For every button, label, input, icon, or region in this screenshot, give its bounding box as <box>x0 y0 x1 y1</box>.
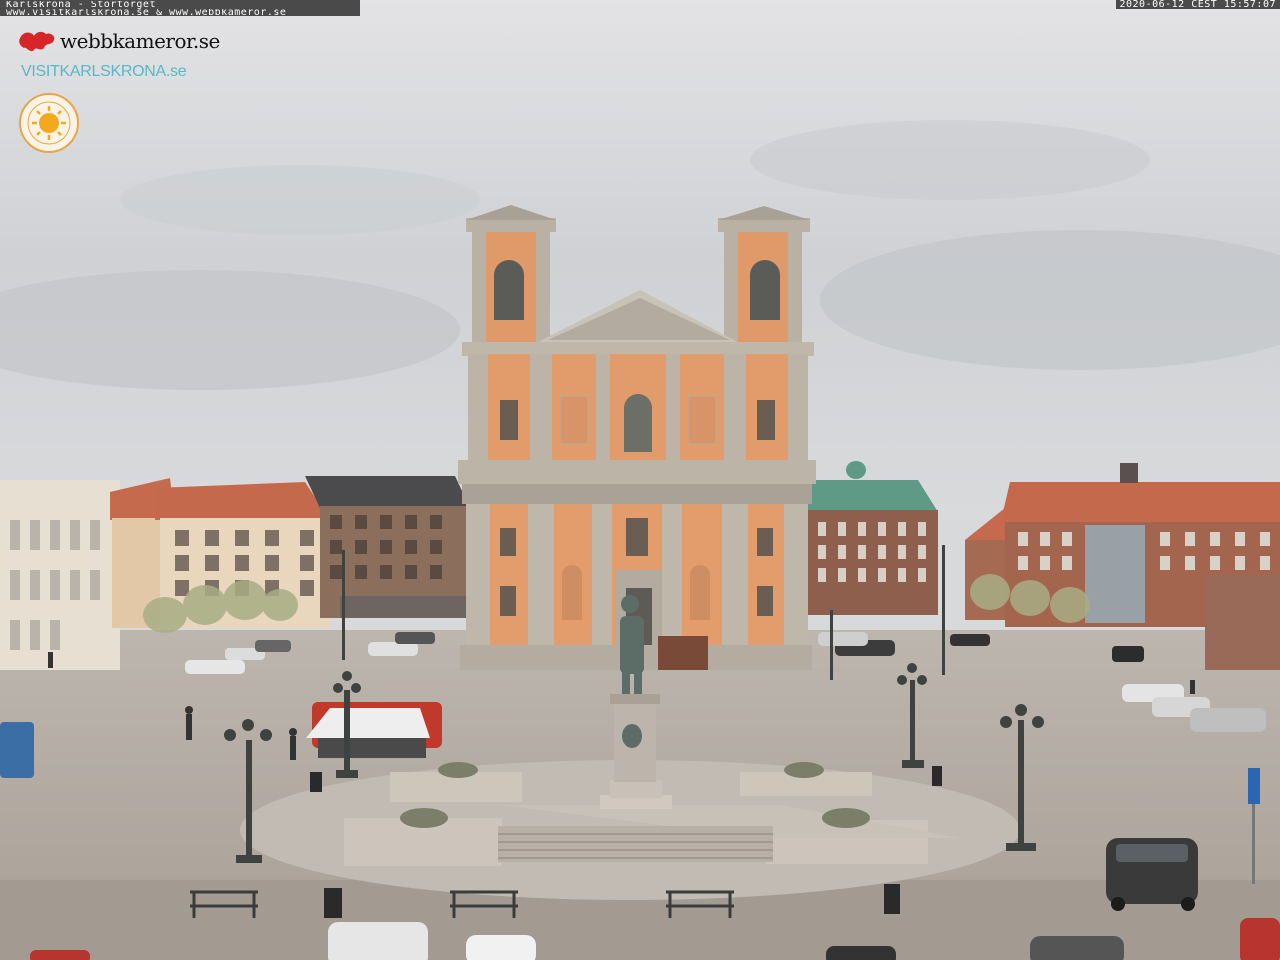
blue-van <box>0 722 34 778</box>
parking-sign <box>1248 768 1260 804</box>
webbkameror-text: webbkameror.se <box>60 29 220 53</box>
webbkameror-logo: webbkameror.se <box>18 28 220 54</box>
website-credits: www.visitkarlskrona.se & www.webbkameror… <box>6 9 287 17</box>
timestamp: 2020-06-12 CEST 15:57:07 <box>1115 0 1280 10</box>
webcam-scene <box>0 0 1280 960</box>
visit-prefix: VISIT <box>21 63 60 80</box>
sunny-city-seal-icon <box>19 93 79 153</box>
visit-rest: KARLSKRONA.se <box>59 63 187 80</box>
camera-caption: Karlskrona - Stortorget www.visitkarlskr… <box>0 0 360 17</box>
market-stall <box>306 702 442 758</box>
location-title: Karlskrona - Stortorget <box>6 1 156 9</box>
suv <box>1106 838 1198 911</box>
world-map-icon <box>19 31 55 52</box>
visitkarlskrona-logo: VISITKARLSKRONA.se <box>21 63 187 81</box>
